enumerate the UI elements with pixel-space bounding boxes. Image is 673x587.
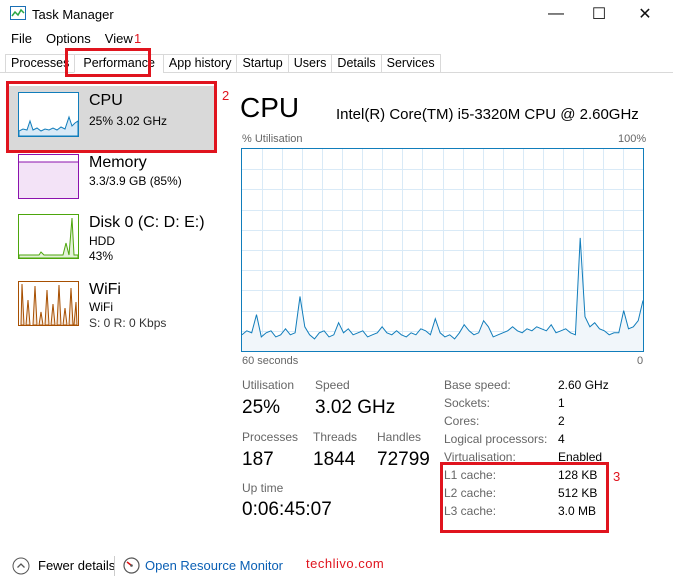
spec-value-sockets: 1 [558,396,565,410]
cpu-utilisation-chart [241,149,644,351]
tab-app-history[interactable]: App history [162,54,237,73]
tab-services[interactable]: Services [380,54,441,73]
page-title: CPU [240,92,300,123]
spec-label-base-speed: Base speed: [444,378,511,392]
sidebar-memory-detail: 3.3/3.9 GB (85%) [89,174,182,188]
handles-label: Handles [377,430,422,444]
speed-label: Speed [315,378,350,392]
speed-value: 3.02 GHz [315,397,396,418]
tab-details[interactable]: Details [331,54,381,73]
maximize-button[interactable]: ☐ [576,0,622,28]
sidebar-disk-type: HDD [89,234,115,248]
collapse-chevron-icon[interactable] [12,557,30,575]
wifi-thumbnail-graph [18,281,79,326]
sidebar-item-disk[interactable]: Disk 0 (C: D: E:) HDD 43% [9,208,216,272]
window-title: Task Manager [32,7,114,22]
spec-label-logical-processors: Logical processors: [444,432,548,446]
sidebar-disk-name: Disk 0 (C: D: E:) [89,214,205,231]
menu-file[interactable]: File [11,31,32,46]
cpu-utilisation-graph [241,148,644,352]
footer-divider [114,556,115,576]
annotation-box-1 [65,48,151,77]
menu-options[interactable]: Options [46,31,91,46]
sidebar-wifi-name: WiFi [89,281,121,298]
close-button[interactable]: ✕ [622,0,668,28]
cpu-model: Intel(R) Core(TM) i5-3320M CPU @ 2.60GHz [336,106,639,123]
open-resource-monitor-link[interactable]: Open Resource Monitor [145,558,283,573]
spec-value-base-speed: 2.60 GHz [558,378,609,392]
threads-value: 1844 [313,449,356,470]
annotation-box-3 [440,462,609,533]
uptime-label: Up time [242,481,284,495]
sidebar-wifi-detail: S: 0 R: 0 Kbps [89,316,167,330]
graph-x-min: 0 [637,355,644,367]
resource-monitor-icon[interactable] [123,557,140,574]
processes-value: 187 [242,449,274,470]
sidebar-item-wifi[interactable]: WiFi WiFi S: 0 R: 0 Kbps [9,275,216,339]
watermark-brand: techlivo.com [306,556,385,571]
menu-view[interactable]: View [105,31,133,46]
tab-startup[interactable]: Startup [236,54,288,73]
menu-bar: File Options View [11,31,147,46]
annotation-number-2: 2 [222,88,230,103]
spec-label-sockets: Sockets: [444,396,491,410]
tab-users[interactable]: Users [287,54,332,73]
disk-thumbnail-graph [18,214,79,259]
graph-x-span: 60 seconds [242,355,299,367]
utilisation-value: 25% [242,397,281,418]
fewer-details-button[interactable]: Fewer details [38,558,115,573]
spec-label-cores: Cores: [444,414,480,428]
processes-label: Processes [242,430,299,444]
sidebar-wifi-type: WiFi [89,300,113,314]
graph-y-label: % Utilisation [242,133,303,145]
utilisation-label: Utilisation [242,378,295,392]
spec-value-cores: 2 [558,414,565,428]
annotation-number-3: 3 [613,469,621,484]
task-manager-app-icon [10,6,26,20]
uptime-value: 0:06:45:07 [242,499,332,520]
threads-label: Threads [313,430,358,444]
sidebar-disk-value: 43% [89,249,114,263]
annotation-box-2 [6,81,217,153]
graph-y-max: 100% [618,133,647,145]
tab-processes[interactable]: Processes [5,54,75,73]
sidebar-item-memory[interactable]: Memory 3.3/3.9 GB (85%) [9,148,216,212]
minimize-button[interactable]: — [533,0,579,28]
spec-value-logical-processors: 4 [558,432,565,446]
handles-value: 72799 [377,449,430,470]
sidebar-memory-name: Memory [89,154,147,171]
annotation-number-1: 1 [134,31,142,46]
memory-thumbnail-graph [18,154,79,199]
